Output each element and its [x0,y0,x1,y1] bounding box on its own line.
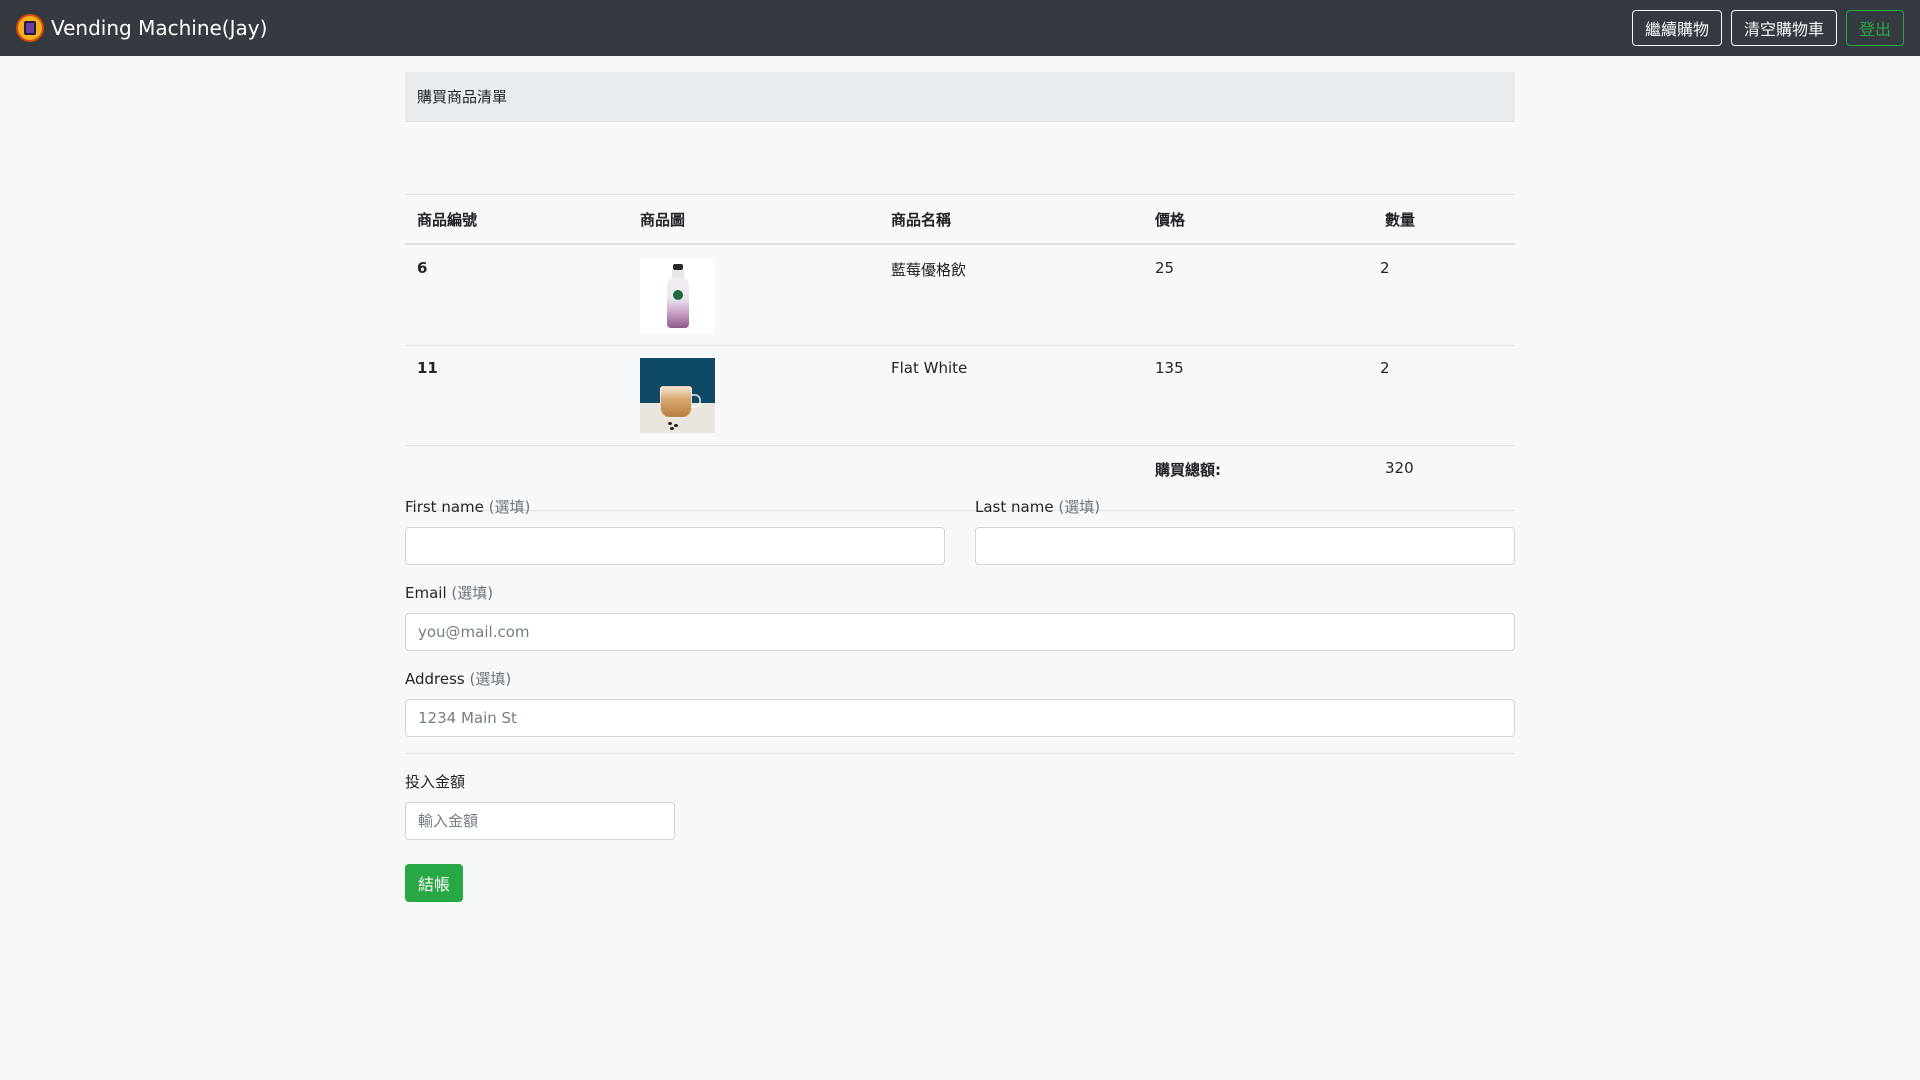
last-name-input[interactable] [975,527,1515,565]
row-qty: 2 [1380,259,1390,277]
flat-white-coffee-image [640,358,715,433]
table-header-border [405,243,1515,245]
row-name: Flat White [891,359,968,377]
vending-machine-logo-icon [16,14,44,42]
email-input[interactable] [405,613,1515,651]
total-value: 320 [1385,459,1414,477]
logout-button[interactable]: 登出 [1846,10,1904,46]
amount-label: 投入金額 [405,773,466,791]
first-name-label: First name (選填) [405,498,531,516]
form-divider [405,753,1515,754]
brand-title: Vending Machine(Jay) [51,16,268,40]
column-header-name: 商品名稱 [891,211,952,229]
table-bottom-border [405,510,1515,511]
row-price: 135 [1155,359,1184,377]
column-header-qty: 數量 [1385,211,1416,229]
address-input[interactable] [405,699,1515,737]
row-id: 11 [417,359,438,377]
total-label: 購買總額: [1155,461,1221,479]
column-header-image: 商品圖 [640,211,686,229]
clear-cart-button[interactable]: 清空購物車 [1731,10,1837,46]
address-label: Address (選填) [405,670,512,688]
cart-header: 購買商品清單 [405,72,1515,122]
amount-input[interactable] [405,802,675,840]
row-name: 藍莓優格飲 [891,261,967,279]
milk-bottle-image [640,258,715,333]
table-top-border [405,194,1515,195]
row-qty: 2 [1380,359,1390,377]
row-price: 25 [1155,259,1175,277]
row-divider [405,345,1515,346]
first-name-input[interactable] [405,527,945,565]
brand[interactable]: Vending Machine(Jay) [16,14,267,42]
last-name-label: Last name (選填) [975,498,1101,516]
column-header-id: 商品編號 [417,211,478,229]
row-divider [405,445,1515,446]
email-label: Email (選填) [405,584,494,602]
row-id: 6 [417,259,428,277]
column-header-price: 價格 [1155,211,1186,229]
navbar: Vending Machine(Jay) 繼續購物 清空購物車 登出 [0,0,1920,56]
checkout-button[interactable]: 結帳 [405,864,463,902]
cart-header-title: 購買商品清單 [417,88,508,106]
continue-shopping-button[interactable]: 繼續購物 [1632,10,1722,46]
